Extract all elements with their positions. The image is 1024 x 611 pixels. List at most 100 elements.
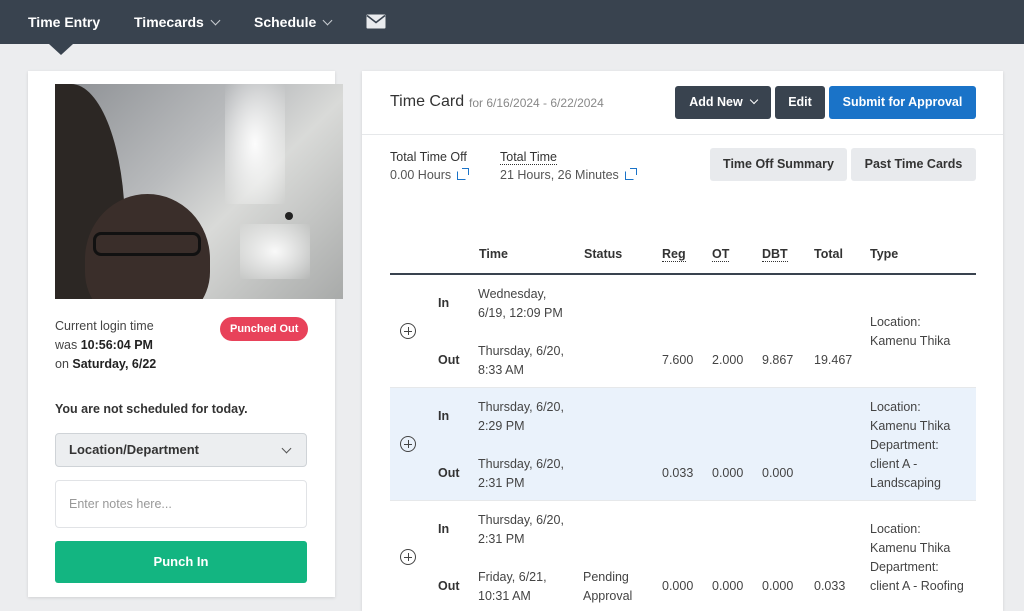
total-value: 19.467 <box>814 353 853 367</box>
location-select-label: Location/Department <box>69 442 200 457</box>
out-label: Out <box>438 466 460 480</box>
type-value: Location: Kamenu Thika <box>870 313 950 351</box>
top-nav: Time Entry Timecards Schedule <box>0 0 1024 44</box>
nav-time-entry-label: Time Entry <box>28 14 101 30</box>
ot-value: 0.000 <box>712 579 744 593</box>
column-header-status: Status <box>584 247 623 261</box>
login-line3-prefix: on <box>55 357 73 371</box>
submit-for-approval-button[interactable]: Submit for Approval <box>829 86 976 119</box>
total-time-off-label: Total Time Off <box>390 150 467 164</box>
nav-time-entry[interactable]: Time Entry <box>28 0 100 44</box>
in-time: Thursday, 6/20, 2:31 PM <box>478 511 564 549</box>
envelope-icon[interactable] <box>366 14 386 29</box>
location-department-select[interactable]: Location/Department <box>55 433 307 467</box>
in-time-line: Thursday, 6/20, <box>478 513 564 527</box>
chevron-down-icon <box>322 15 333 26</box>
chevron-down-icon <box>210 15 221 26</box>
column-header-time: Time <box>479 247 508 261</box>
login-time: 10:56:04 PM <box>80 338 153 352</box>
status-line: Pending <box>583 570 629 584</box>
external-link-icon[interactable] <box>457 168 470 180</box>
webcam-photo <box>55 84 343 299</box>
past-time-cards-button[interactable]: Past Time Cards <box>851 148 976 181</box>
status-badge: Punched Out <box>220 317 309 341</box>
in-label: In <box>438 409 450 423</box>
column-header-type: Type <box>870 247 899 261</box>
punch-in-button[interactable]: Punch In <box>55 541 307 583</box>
type-line: Department: <box>870 438 939 452</box>
in-time-line: 2:31 PM <box>478 532 525 546</box>
status-line: Approval <box>583 589 633 603</box>
external-link-icon[interactable] <box>624 168 637 180</box>
nav-schedule[interactable]: Schedule <box>254 0 333 44</box>
out-time: Thursday, 6/20, 2:31 PM <box>478 455 564 493</box>
type-line: client A - Roofing <box>870 579 964 593</box>
reg-value: 0.000 <box>662 579 694 593</box>
expand-plus-icon[interactable] <box>400 549 416 565</box>
column-header-total: Total <box>814 247 843 261</box>
expand-plus-icon[interactable] <box>400 436 416 452</box>
in-time-line: Thursday, 6/20, <box>478 400 564 414</box>
in-time-line: 2:29 PM <box>478 419 525 433</box>
time-off-summary-button[interactable]: Time Off Summary <box>710 148 847 181</box>
login-date: Saturday, 6/22 <box>72 357 157 371</box>
login-info: Current login time was 10:56:04 PM on Sa… <box>55 317 156 374</box>
reg-value: 0.033 <box>662 466 694 480</box>
add-new-button[interactable]: Add New <box>675 86 771 119</box>
active-tab-pointer <box>49 44 73 55</box>
type-line: client A - <box>870 457 918 471</box>
total-time-off-text: 0.00 Hours <box>390 168 452 182</box>
ot-value: 0.000 <box>712 466 744 480</box>
time-card-range: for 6/16/2024 - 6/22/2024 <box>469 96 604 110</box>
nav-timecards-label: Timecards <box>134 14 204 30</box>
chevron-down-icon <box>749 95 758 105</box>
type-line: Kamenu Thika <box>870 419 951 433</box>
type-line: Location: <box>870 522 921 536</box>
reg-value: 7.600 <box>662 353 694 367</box>
nav-timecards[interactable]: Timecards <box>134 0 221 44</box>
ot-value: 2.000 <box>712 353 744 367</box>
in-time: Thursday, 6/20, 2:29 PM <box>478 398 564 436</box>
type-line: Department: <box>870 560 939 574</box>
out-time-line: 8:33 AM <box>478 363 524 377</box>
edit-button[interactable]: Edit <box>775 86 825 119</box>
column-header-ot[interactable]: OT <box>712 247 730 262</box>
nav-schedule-label: Schedule <box>254 14 317 30</box>
table-row: In Out Thursday, 6/20, 2:31 PM Friday, 6/… <box>390 501 976 611</box>
column-header-reg[interactable]: Reg <box>662 247 686 262</box>
punch-card: Current login time was 10:56:04 PM on Sa… <box>28 71 343 597</box>
notes-input[interactable]: Enter notes here... <box>55 480 307 528</box>
type-value: Location: Kamenu Thika Department: clien… <box>870 520 964 596</box>
schedule-notice: You are not scheduled for today. <box>55 402 248 416</box>
out-time-line: Thursday, 6/20, <box>478 344 564 358</box>
total-time-off-value: 0.00 Hours <box>390 168 470 182</box>
out-time-line: Thursday, 6/20, <box>478 457 564 471</box>
add-new-label: Add New <box>689 95 743 109</box>
chevron-down-icon <box>281 443 292 454</box>
total-time-value: 21 Hours, 26 Minutes <box>500 168 637 182</box>
out-time-line: 10:31 AM <box>478 589 531 603</box>
total-value: 0.033 <box>814 579 846 593</box>
out-label: Out <box>438 353 460 367</box>
table-row: In Out Thursday, 6/20, 2:29 PM Thursday, … <box>390 388 976 501</box>
type-line: Location: <box>870 315 921 329</box>
out-time-line: 2:31 PM <box>478 476 525 490</box>
login-line2-prefix: was <box>55 338 81 352</box>
total-time-label: Total Time <box>500 150 557 165</box>
expand-plus-icon[interactable] <box>400 323 416 339</box>
in-time-line: 6/19, 12:09 PM <box>478 306 563 320</box>
total-time-text: 21 Hours, 26 Minutes <box>500 168 619 182</box>
status-value: Pending Approval <box>583 568 632 606</box>
type-line: Landscaping <box>870 476 941 490</box>
table-row: In Out Wednesday, 6/19, 12:09 PM Thursday… <box>390 275 976 388</box>
type-line: Kamenu Thika <box>870 334 951 348</box>
type-value: Location: Kamenu Thika Department: clien… <box>870 398 950 493</box>
out-time-line: Friday, 6/21, <box>478 570 547 584</box>
type-line: Kamenu Thika <box>870 541 951 555</box>
column-header-dbt[interactable]: DBT <box>762 247 788 262</box>
type-line: Location: <box>870 400 921 414</box>
login-line1: Current login time <box>55 319 154 333</box>
time-card-title: Time Card <box>390 93 465 110</box>
in-time: Wednesday, 6/19, 12:09 PM <box>478 285 563 323</box>
out-label: Out <box>438 579 460 593</box>
